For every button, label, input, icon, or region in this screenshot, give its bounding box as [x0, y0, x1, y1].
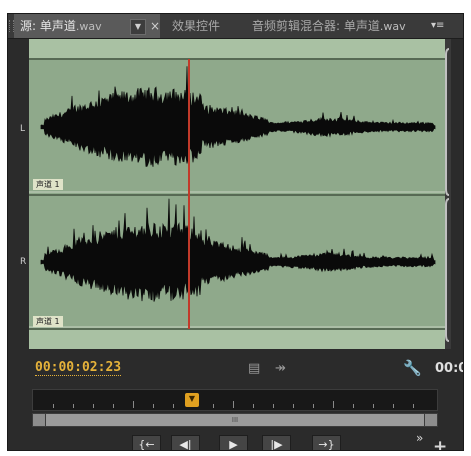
- scroll-right-handle[interactable]: [425, 414, 437, 426]
- tab-source-label: 源: 单声道: [20, 19, 76, 33]
- track-label-left: 声道 1: [33, 179, 63, 190]
- step-back-button[interactable]: ◀|: [171, 435, 200, 450]
- tab-source[interactable]: 源: 单声道.wav ▼ ×: [14, 14, 160, 38]
- duration-timecode: 00:0: [435, 361, 463, 376]
- right-channel-label: R: [20, 257, 27, 267]
- tab-effect-controls[interactable]: 效果控件: [172, 14, 220, 38]
- waveform-svg: [29, 39, 445, 349]
- tab-bar: 源: 单声道.wav ▼ × 效果控件 音频剪辑混合器: 单声道.wav ▾≡: [8, 14, 463, 39]
- wrench-icon[interactable]: 🔧: [403, 359, 422, 377]
- waveform-left-channel: [40, 66, 436, 167]
- playhead-marker-icon[interactable]: ▼: [185, 393, 199, 407]
- tab-dropdown-icon[interactable]: ▼: [130, 19, 146, 35]
- extend-icon[interactable]: »: [416, 431, 423, 445]
- film-icon[interactable]: ▤: [248, 361, 260, 376]
- waveform-right-channel: [40, 198, 436, 302]
- timecode-display[interactable]: 00:00:02:23: [35, 361, 122, 376]
- vertical-zoom-bar[interactable]: [445, 39, 451, 349]
- play-button[interactable]: ▶: [219, 435, 248, 450]
- track-label-right: 声道 1: [33, 316, 63, 327]
- scroll-left-handle[interactable]: [33, 414, 45, 426]
- tab-audio-clip-mixer-ext: .wav: [379, 20, 406, 33]
- tab-source-ext: .wav: [75, 20, 102, 33]
- source-monitor-panel: 源: 单声道.wav ▼ × 效果控件 音频剪辑混合器: 单声道.wav ▾≡ …: [7, 13, 464, 451]
- zoom-scrollbar[interactable]: III: [32, 413, 438, 427]
- panel-menu-icon[interactable]: ▾≡: [431, 14, 444, 38]
- tab-effect-controls-label: 效果控件: [172, 19, 221, 33]
- tab-close-icon[interactable]: ×: [150, 14, 160, 38]
- timeline-ruler[interactable]: ▼: [32, 389, 438, 411]
- left-channel-label: L: [20, 124, 26, 134]
- insert-icon[interactable]: ↠: [275, 361, 286, 376]
- tab-audio-clip-mixer[interactable]: 音频剪辑混合器: 单声道.wav: [252, 14, 406, 38]
- step-forward-button[interactable]: |▶: [262, 435, 291, 450]
- waveform-display[interactable]: 声道 1 声道 1: [29, 39, 445, 349]
- tab-audio-clip-mixer-label: 音频剪辑混合器: 单声道: [252, 19, 380, 33]
- mark-in-button[interactable]: {←: [132, 435, 161, 450]
- transport-area: 00:00:02:23 ▤ ↠ 🔧 00:0 ▼: [8, 349, 463, 450]
- add-icon[interactable]: +: [433, 437, 447, 450]
- top-bar: [29, 39, 445, 58]
- bottom-bar: [29, 330, 445, 349]
- scroll-thumb[interactable]: III: [46, 414, 424, 426]
- mark-out-button[interactable]: →}: [312, 435, 341, 450]
